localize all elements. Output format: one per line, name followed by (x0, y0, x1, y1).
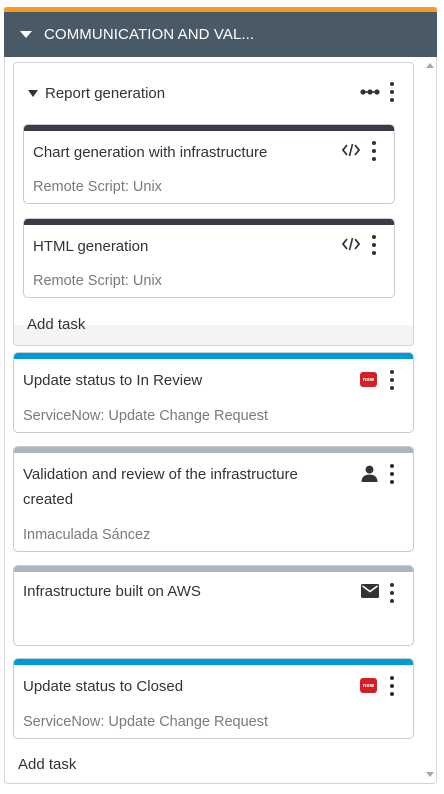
subtask-card[interactable]: Chart generation with infrastructure Rem… (23, 124, 395, 204)
task-menu-kebab-icon[interactable] (388, 370, 396, 390)
task-group: Report generation Chart generation with … (13, 62, 414, 346)
collapse-caret-icon[interactable] (20, 31, 32, 38)
task-card[interactable]: Validation and review of the infrastruct… (13, 446, 414, 552)
task-card[interactable]: Update status to In Review ServiceNow: U… (13, 352, 414, 433)
task-title: Update status to In Review (23, 372, 203, 389)
task-title-line-2: created (23, 491, 74, 508)
phase-title: COMMUNICATION AND VAL... (44, 26, 255, 43)
group-menu-kebab-icon[interactable] (388, 82, 396, 102)
user-icon (361, 465, 378, 482)
task-color-bar (14, 566, 413, 572)
task-title: Infrastructure built on AWS (23, 583, 201, 600)
task-menu-kebab-icon[interactable] (370, 235, 378, 255)
group-title: Report generation (45, 85, 166, 102)
task-subtitle: ServiceNow: Update Change Request (23, 714, 269, 730)
task-menu-kebab-icon[interactable] (388, 676, 396, 696)
task-subtitle: Remote Script: Unix (33, 179, 162, 195)
phase-header[interactable]: COMMUNICATION AND VAL... (4, 12, 437, 57)
phase-column: COMMUNICATION AND VAL... Report generati… (4, 7, 437, 784)
task-card[interactable]: Infrastructure built on AWS (13, 565, 414, 646)
task-assignee: Inmaculada Sáncez (23, 527, 151, 543)
subtask-card[interactable]: HTML generation Remote Script: Unix (23, 218, 395, 298)
scrollbar[interactable] (426, 59, 434, 781)
task-card[interactable]: Update status to Closed ServiceNow: Upda… (13, 658, 414, 739)
group-more-horizontal-icon[interactable] (360, 87, 380, 97)
group-header[interactable]: Report generation (28, 85, 165, 102)
task-color-bar (14, 447, 413, 453)
mail-icon (361, 584, 379, 598)
task-title: Update status to Closed (23, 678, 184, 695)
task-title: HTML generation (33, 238, 149, 255)
scroll-up-arrow-icon[interactable] (426, 63, 434, 68)
group-collapse-caret-icon[interactable] (28, 90, 38, 97)
task-menu-kebab-icon[interactable] (370, 141, 378, 161)
code-icon (342, 237, 360, 251)
task-menu-kebab-icon[interactable] (388, 583, 396, 603)
group-add-task-link[interactable]: Add task (27, 316, 85, 333)
task-subtitle: Remote Script: Unix (33, 273, 162, 289)
scroll-down-arrow-icon[interactable] (426, 772, 434, 777)
phase-add-task-link[interactable]: Add task (18, 756, 76, 773)
servicenow-icon: now (360, 678, 377, 693)
task-title: Chart generation with infrastructure (33, 144, 268, 161)
task-color-bar (24, 219, 394, 225)
task-color-bar (14, 353, 413, 359)
task-menu-kebab-icon[interactable] (388, 464, 396, 484)
task-color-bar (24, 125, 394, 131)
servicenow-icon: now (360, 372, 377, 387)
task-color-bar (14, 659, 413, 665)
code-icon (342, 143, 360, 157)
task-subtitle: ServiceNow: Update Change Request (23, 408, 269, 424)
task-title-line-1: Validation and review of the infrastruct… (23, 466, 298, 483)
